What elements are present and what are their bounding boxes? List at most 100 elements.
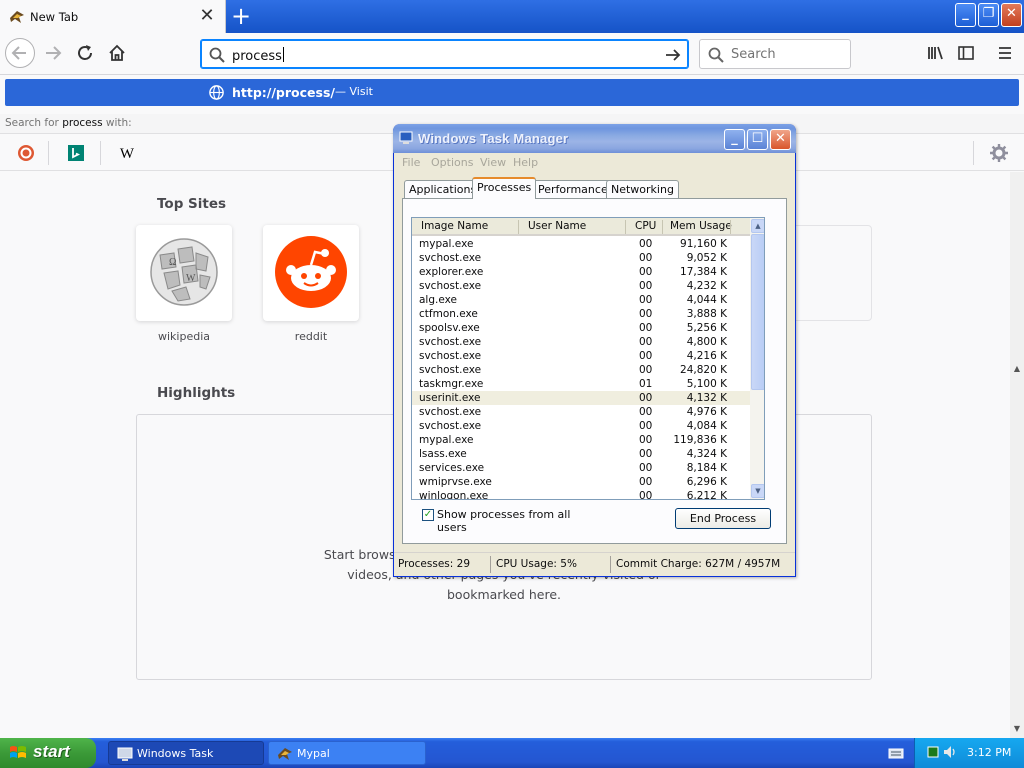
scroll-up-icon[interactable]: ▲ xyxy=(751,219,764,233)
taskbar-button-label: Mypal xyxy=(297,747,330,760)
home-button[interactable] xyxy=(102,38,132,68)
back-button[interactable] xyxy=(5,38,35,68)
process-rows: mypal.exe 00 91,160 Ksvchost.exe 00 9,052 Ke… xyxy=(412,237,750,499)
task-manager-titlebar[interactable]: Windows Task Manager _ ☐ ✕ xyxy=(393,124,796,153)
start-button[interactable]: start xyxy=(0,738,96,768)
process-mem-usage: 4,232 K xyxy=(686,280,727,292)
process-mem-usage: 91,160 K xyxy=(680,238,727,250)
process-row[interactable]: svchost.exe 00 4,976 K xyxy=(412,405,750,419)
taskbar-button-task-manager[interactable]: Windows Task Manager xyxy=(108,741,264,765)
tab-performance[interactable]: Performance xyxy=(533,180,613,199)
tm-minimize-button[interactable]: _ xyxy=(724,129,745,150)
process-row[interactable]: svchost.exe 00 4,232 K xyxy=(412,279,750,293)
menu-help[interactable]: Help xyxy=(513,156,538,169)
scroll-down-icon[interactable]: ▼ xyxy=(1012,724,1022,734)
process-row[interactable]: spoolsv.exe 00 5,256 K xyxy=(412,321,750,335)
reload-icon xyxy=(78,45,92,60)
tm-maximize-button[interactable]: ☐ xyxy=(747,129,768,150)
process-row[interactable]: svchost.exe 00 24,820 K xyxy=(412,363,750,377)
tm-close-button[interactable]: ✕ xyxy=(770,129,791,150)
checkbox-checked-icon[interactable]: ✓ xyxy=(422,509,434,521)
process-row[interactable]: mypal.exe 00 91,160 K xyxy=(412,237,750,251)
column-divider[interactable] xyxy=(625,220,626,234)
new-tab-button[interactable]: + xyxy=(230,3,252,29)
show-all-users-checkbox[interactable]: ✓ Show processes from all users xyxy=(422,508,582,534)
highlights-heading: Highlights xyxy=(157,385,236,401)
volume-icon[interactable] xyxy=(942,744,958,760)
process-image-name: svchost.exe xyxy=(419,364,482,376)
sidebar-button[interactable] xyxy=(951,38,981,68)
window-restore-button[interactable]: ❐ xyxy=(978,3,999,27)
search-bar[interactable]: Search xyxy=(699,39,851,69)
process-image-name: wmiprvse.exe xyxy=(419,476,492,488)
process-cpu: 00 xyxy=(639,364,653,376)
keyboard-icon[interactable] xyxy=(888,745,904,761)
url-suggestion-row[interactable]: http://process/ — Visit xyxy=(5,79,1019,106)
go-arrow-icon[interactable] xyxy=(664,46,682,64)
tab-close-icon[interactable]: ✕ xyxy=(198,6,216,26)
column-divider[interactable] xyxy=(662,220,663,234)
taskbar-button-mypal[interactable]: Mypal xyxy=(268,741,426,765)
reload-button[interactable] xyxy=(70,38,100,68)
process-list[interactable]: Image Name User Name CPU Mem Usage mypal… xyxy=(411,217,765,500)
process-row[interactable]: lsass.exe 00 4,324 K xyxy=(412,447,750,461)
divider xyxy=(100,141,101,165)
window-close-button[interactable]: ✕ xyxy=(1001,3,1022,27)
process-row[interactable]: taskmgr.exe 01 5,100 K xyxy=(412,377,750,391)
process-row[interactable]: svchost.exe 00 4,084 K xyxy=(412,419,750,433)
process-row[interactable]: winlogon.exe 00 6,212 K xyxy=(412,489,750,499)
process-row[interactable]: mypal.exe 00 119,836 K xyxy=(412,433,750,447)
gear-icon[interactable] xyxy=(987,141,1011,165)
scroll-thumb[interactable] xyxy=(751,234,764,390)
process-list-scrollbar[interactable]: ▲ ▼ xyxy=(750,218,764,499)
text-caret xyxy=(282,47,284,62)
scroll-down-icon[interactable]: ▼ xyxy=(751,484,764,498)
menu-button[interactable] xyxy=(990,38,1020,68)
menu-options[interactable]: Options xyxy=(431,156,473,169)
menu-file[interactable]: File xyxy=(402,156,420,169)
tab-processes[interactable]: Processes xyxy=(472,177,537,199)
tab-applications[interactable]: Applications xyxy=(404,180,482,199)
top-site-wikipedia[interactable]: Ω W xyxy=(136,225,232,321)
bing-icon[interactable] xyxy=(64,141,88,165)
process-mem-usage: 6,296 K xyxy=(686,476,727,488)
tab-networking[interactable]: Networking xyxy=(606,180,679,199)
process-row[interactable]: services.exe 00 8,184 K xyxy=(412,461,750,475)
forward-button[interactable] xyxy=(38,38,68,68)
column-divider[interactable] xyxy=(518,220,519,234)
process-row[interactable]: explorer.exe 00 17,384 K xyxy=(412,265,750,279)
process-row[interactable]: wmiprvse.exe 00 6,296 K xyxy=(412,475,750,489)
network-icon[interactable] xyxy=(927,745,939,759)
tab-new-tab[interactable]: New Tab ✕ xyxy=(0,0,226,33)
process-mem-usage: 17,384 K xyxy=(680,266,727,278)
process-row[interactable]: svchost.exe 00 9,052 K xyxy=(412,251,750,265)
process-cpu: 01 xyxy=(639,378,653,390)
top-site-reddit[interactable] xyxy=(263,225,359,321)
column-image-name[interactable]: Image Name xyxy=(421,220,488,232)
process-row[interactable]: userinit.exe 00 4,132 K xyxy=(412,391,750,405)
end-process-button[interactable]: End Process xyxy=(675,508,771,529)
process-cpu: 00 xyxy=(639,252,653,264)
window-minimize-button[interactable]: _ xyxy=(955,3,976,27)
column-user-name[interactable]: User Name xyxy=(528,220,586,232)
url-bar[interactable]: process xyxy=(200,39,689,69)
divider xyxy=(48,141,49,165)
menu-view[interactable]: View xyxy=(480,156,506,169)
column-cpu[interactable]: CPU xyxy=(635,220,656,232)
process-image-name: svchost.exe xyxy=(419,420,482,432)
library-button[interactable] xyxy=(921,38,951,68)
column-divider[interactable] xyxy=(730,220,731,234)
process-cpu: 00 xyxy=(639,434,653,446)
column-mem-usage[interactable]: Mem Usage xyxy=(670,220,732,232)
process-row[interactable]: svchost.exe 00 4,800 K xyxy=(412,335,750,349)
scroll-up-icon[interactable]: ▲ xyxy=(1012,364,1022,374)
process-row[interactable]: svchost.exe 00 4,216 K xyxy=(412,349,750,363)
show-all-users-label[interactable]: Show processes from all users xyxy=(437,508,582,534)
wikipedia-icon[interactable]: W xyxy=(115,141,139,165)
process-row[interactable]: alg.exe 00 4,044 K xyxy=(412,293,750,307)
duckduckgo-icon[interactable] xyxy=(14,141,38,165)
process-mem-usage: 5,100 K xyxy=(686,378,727,390)
suggestion-url: http://process/ xyxy=(232,85,335,100)
process-row[interactable]: ctfmon.exe 00 3,888 K xyxy=(412,307,750,321)
page-scrollbar[interactable]: ▲ ▼ xyxy=(1010,172,1024,738)
